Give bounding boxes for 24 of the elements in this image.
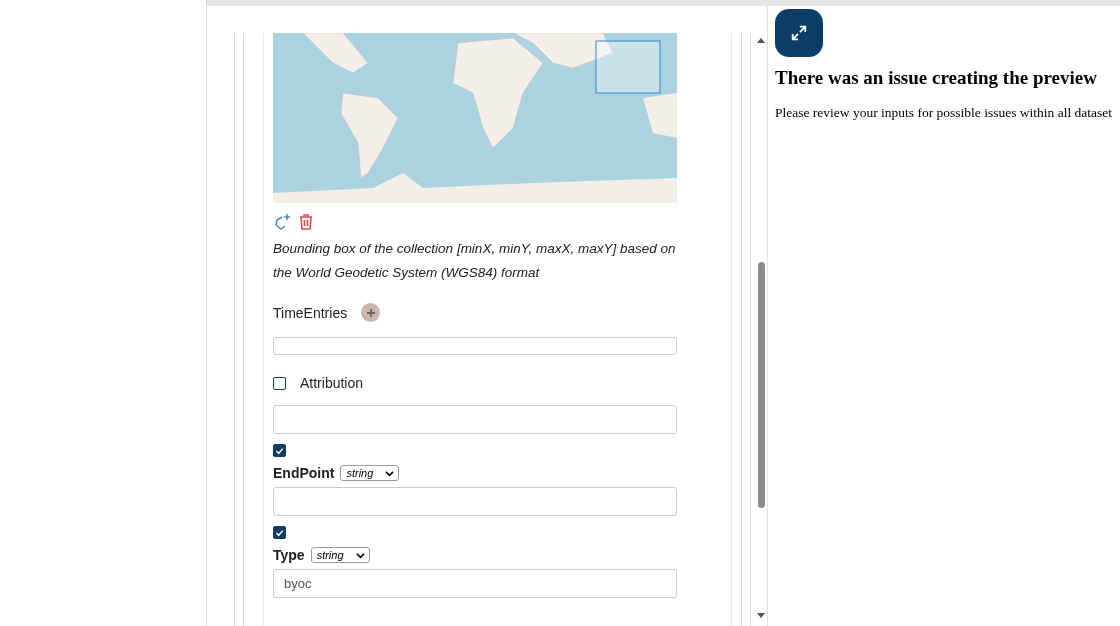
type-dropdown[interactable]: string	[310, 547, 370, 563]
add-button[interactable]	[361, 303, 381, 322]
field-description: Bounding box of the collection [minX, minY, maxX, maxY] based on the World Geodetic System (WGS84) format	[273, 240, 677, 282]
type-dropdown[interactable]: string	[340, 465, 400, 481]
field-label: Attribution	[300, 375, 364, 391]
input-field[interactable]	[273, 405, 677, 434]
checkbox[interactable]	[273, 444, 286, 457]
expand-button[interactable]	[775, 9, 823, 57]
field-label: EndPoint	[273, 465, 335, 481]
input-field[interactable]	[273, 337, 677, 355]
preview-error-title: There was an issue creating the preview	[775, 67, 1098, 89]
trash-icon[interactable]	[297, 213, 315, 231]
expand-icon	[790, 24, 808, 42]
field-label: Type	[273, 547, 305, 563]
preview-error-message: Please review your inputs for possible issues within all dataset	[775, 105, 1114, 121]
field-label: TimeEntries	[273, 304, 348, 321]
draw-polygon-icon[interactable]	[273, 213, 291, 231]
input-field[interactable]: byoc	[273, 569, 677, 598]
input-field[interactable]	[273, 487, 677, 516]
caret-icon	[385, 468, 395, 478]
checkbox[interactable]	[273, 376, 286, 390]
plus-icon	[365, 307, 376, 318]
caret-icon	[355, 550, 365, 560]
checkbox[interactable]	[273, 526, 286, 539]
